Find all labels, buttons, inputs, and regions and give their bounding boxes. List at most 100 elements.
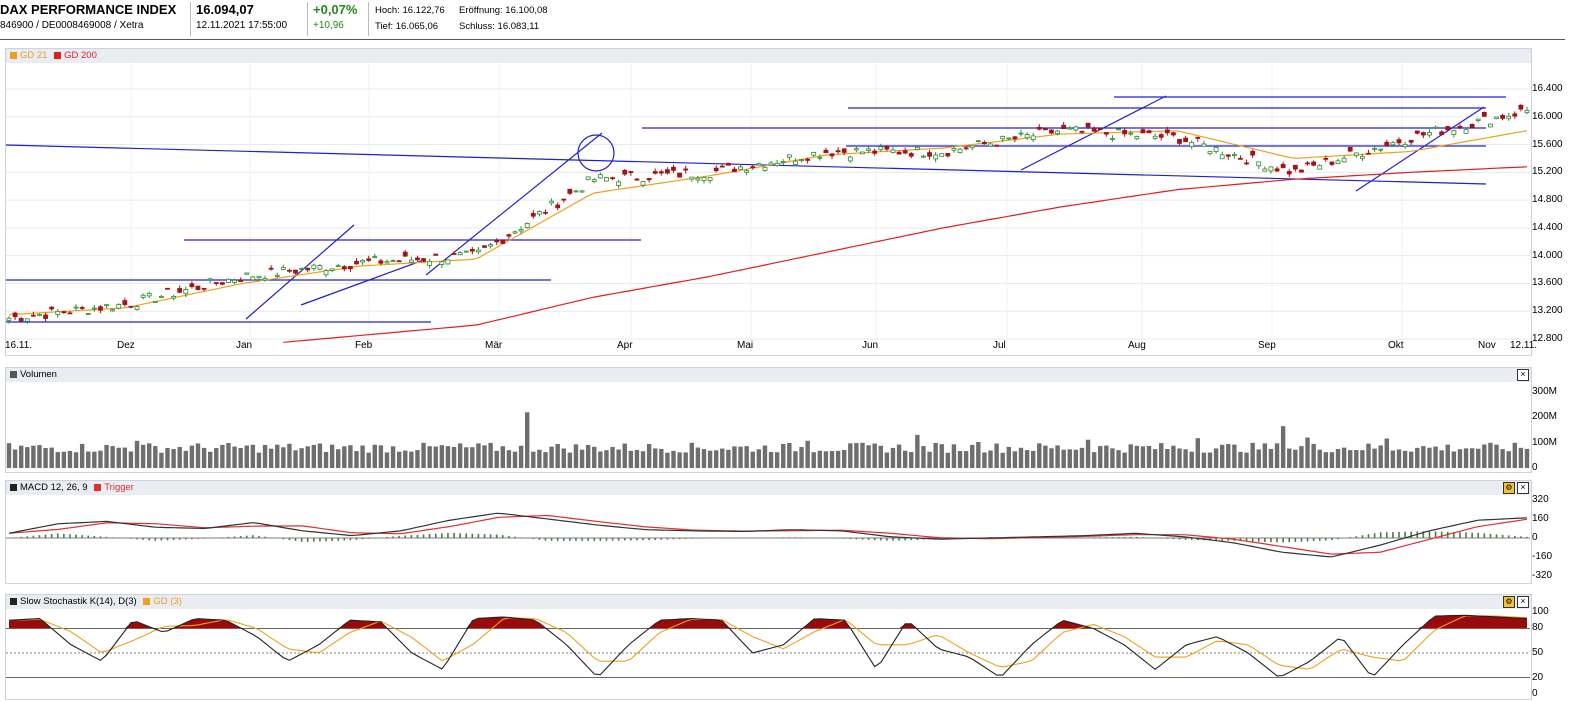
candle-body [323, 270, 329, 276]
candle-body [1195, 136, 1201, 139]
macd-histogram-bar [630, 538, 632, 541]
candle-body [1427, 132, 1432, 136]
volume-title: Volumen [20, 369, 57, 380]
y-tick-label: 200M [1532, 411, 1558, 423]
close-icon[interactable]: × [1517, 596, 1529, 608]
volume-bar [25, 447, 30, 468]
candle-body [1317, 165, 1323, 170]
candle-body [927, 152, 932, 157]
close-icon[interactable]: × [1517, 369, 1529, 381]
volume-bar [6, 443, 12, 468]
candle-body [543, 211, 548, 214]
x-tick-label: Okt [1388, 340, 1404, 351]
price-chart[interactable] [5, 63, 1530, 353]
macd-histogram-bar [1337, 538, 1339, 540]
macd-histogram-bar [587, 538, 589, 541]
volume-bar [890, 447, 896, 468]
volume-bar [342, 446, 347, 468]
candle-body [530, 213, 536, 217]
candle-body [67, 312, 73, 315]
candle-body [524, 223, 530, 228]
volume-bar [842, 449, 847, 468]
macd-histogram-bar [453, 533, 455, 538]
candle-body [1177, 138, 1182, 144]
candle-body [1152, 135, 1158, 139]
macd-histogram-bar [690, 538, 693, 539]
volume-bar [189, 445, 195, 468]
volume-bar [396, 451, 402, 468]
volume-bar [982, 452, 987, 468]
candle-body [128, 305, 134, 308]
volume-bar [1433, 446, 1438, 468]
volume-bar [1037, 443, 1042, 468]
volume-bar [1146, 445, 1152, 468]
high-value: Hoch: 16.122,76 [375, 5, 445, 16]
volume-bar [902, 450, 908, 468]
candle-body [518, 228, 524, 232]
candle-body [1286, 171, 1292, 175]
close-icon[interactable]: × [1517, 482, 1529, 494]
candle-body [1122, 129, 1128, 135]
candle-body [1103, 132, 1109, 135]
candle-body [433, 253, 439, 256]
candle-body [213, 282, 219, 284]
candle-body [1305, 162, 1310, 165]
volume-bar [1402, 450, 1408, 468]
candle-body [6, 317, 12, 321]
settings-icon[interactable]: ⚙ [1503, 596, 1515, 608]
y-tick-label: 100M [1532, 436, 1558, 448]
candle-body [1475, 118, 1481, 121]
candle-body [799, 159, 804, 162]
volume-bar [1280, 426, 1286, 468]
macd-histogram-bar [1385, 532, 1388, 538]
macd-histogram-bar [26, 536, 29, 538]
volume-bar [1287, 448, 1292, 468]
volume-bar [1213, 448, 1219, 468]
trigger-swatch [94, 484, 102, 491]
macd-histogram-bar [184, 538, 187, 540]
settings-icon[interactable]: ⚙ [1503, 482, 1515, 494]
volume-bar [592, 446, 597, 468]
candle-body [476, 249, 481, 253]
volume-bar [1299, 446, 1304, 468]
volume-bar [256, 452, 262, 468]
macd-histogram-bar [1325, 538, 1327, 541]
candle-body [445, 259, 451, 265]
candle-body [695, 177, 701, 181]
volume-bar [122, 447, 128, 468]
macd-histogram-bar [166, 538, 169, 541]
candle-body [12, 312, 18, 318]
macd-histogram-bar [1312, 538, 1315, 542]
candle-body [1189, 142, 1195, 147]
candle-body [1512, 113, 1518, 117]
volume-bar [201, 447, 207, 468]
volume-bar [1427, 447, 1432, 468]
x-tick-label: Sep [1258, 340, 1276, 351]
volume-bar [1073, 449, 1079, 468]
volume-bar [628, 450, 634, 468]
volume-bar [640, 451, 646, 468]
volume-bar [1396, 449, 1402, 468]
macd-histogram-bar [879, 538, 882, 541]
macd-histogram-bar [788, 537, 791, 538]
candle-body [689, 176, 695, 180]
volume-bar [262, 444, 268, 468]
candle-body [1268, 166, 1274, 172]
volume-bar [1341, 447, 1347, 468]
macd-histogram-bar [14, 537, 16, 538]
macd-histogram-bar [288, 538, 291, 541]
volume-bar [1476, 448, 1481, 468]
volume-bar [1000, 452, 1005, 468]
x-tick-label: Mär [485, 340, 503, 351]
change-percent: +0,07% [313, 2, 358, 17]
macd-histogram-bar [544, 538, 547, 541]
candle-body [884, 146, 890, 150]
candle-body [1036, 126, 1042, 130]
candle-body [317, 265, 323, 270]
macd-histogram-bar [581, 538, 583, 541]
macd-histogram-bar [1166, 538, 1169, 539]
volume-bar [768, 451, 774, 468]
volume-bar [854, 443, 859, 468]
macd-histogram-bar [130, 538, 132, 539]
quote-datetime: 12.11.2021 17:55:00 [196, 20, 288, 31]
